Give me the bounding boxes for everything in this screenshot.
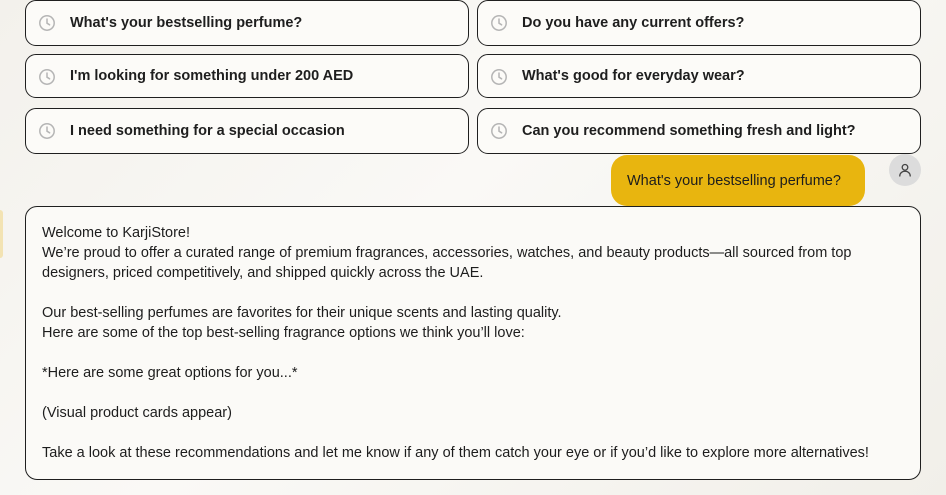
line-spacer	[42, 283, 904, 303]
bot-message: Welcome to KarjiStore! We’re proud to of…	[25, 206, 921, 480]
history-clock-icon	[491, 15, 507, 31]
bot-message-line: Take a look at these recommendations and…	[42, 445, 869, 461]
suggestion-chip-everyday[interactable]: What's good for everyday wear?	[477, 54, 921, 98]
line-spacer	[42, 423, 904, 443]
history-clock-icon	[39, 15, 55, 31]
suggestion-label: What's your bestselling perfume?	[70, 15, 303, 31]
line-spacer	[42, 343, 904, 363]
bot-message-line: Our best-selling perfumes are favorites …	[42, 305, 562, 321]
suggestion-label: What's good for everyday wear?	[522, 68, 745, 84]
user-message-bubble: What's your bestselling perfume?	[611, 155, 865, 206]
bot-message-line: We’re proud to offer a curated range of …	[42, 245, 852, 261]
suggestion-chip-fresh-light[interactable]: Can you recommend something fresh and li…	[477, 108, 921, 154]
side-panel-edge	[0, 210, 3, 258]
bot-message-line: (Visual product cards appear)	[42, 405, 232, 421]
suggestion-label: Can you recommend something fresh and li…	[522, 123, 856, 139]
suggestion-label: I'm looking for something under 200 AED	[70, 68, 354, 84]
history-clock-icon	[491, 69, 507, 85]
suggestion-chip-special-occasion[interactable]: I need something for a special occasion	[25, 108, 469, 154]
suggestion-label: I need something for a special occasion	[70, 123, 345, 139]
suggestion-label: Do you have any current offers?	[522, 15, 745, 31]
suggestion-chip-bestselling[interactable]: What's your bestselling perfume?	[25, 0, 469, 46]
history-clock-icon	[39, 69, 55, 85]
bot-message-line: *Here are some great options for you...*	[42, 365, 298, 381]
bot-message-line: Welcome to KarjiStore!	[42, 225, 191, 241]
line-spacer	[42, 383, 904, 403]
suggestion-chip-budget[interactable]: I'm looking for something under 200 AED	[25, 54, 469, 98]
bot-message-line: designers, priced competitively, and shi…	[42, 265, 484, 281]
bot-message-line: Here are some of the top best-selling fr…	[42, 325, 525, 341]
suggestion-chip-offers[interactable]: Do you have any current offers?	[477, 0, 921, 46]
user-icon	[899, 163, 911, 177]
history-clock-icon	[39, 123, 55, 139]
history-clock-icon	[491, 123, 507, 139]
user-avatar	[889, 154, 921, 186]
